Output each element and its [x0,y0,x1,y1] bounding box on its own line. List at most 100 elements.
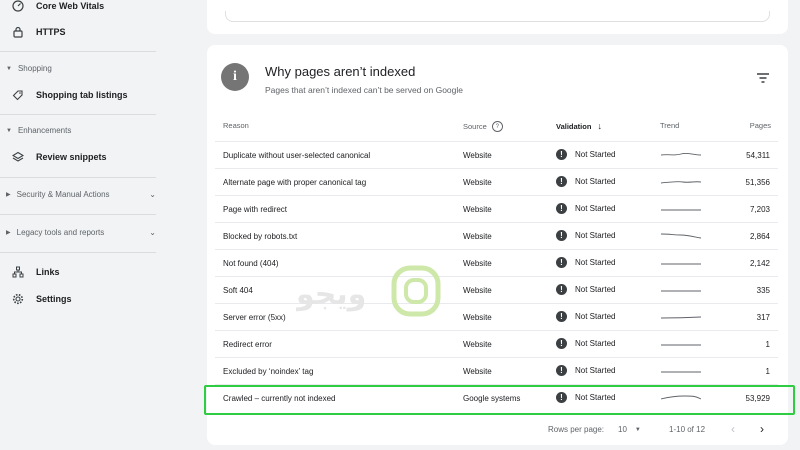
section-legacy-tools[interactable]: ▶ Legacy tools and reports ⌄ [6,228,156,237]
row-reason: Crawled – currently not indexed [223,394,336,403]
column-header-validation[interactable]: Validation ↓ [556,121,602,131]
sidebar-item-links[interactable]: Links [0,261,190,283]
sidebar-item-label: Settings [36,294,72,304]
row-reason: Alternate page with proper canonical tag [223,178,367,187]
sidebar-item-label: Review snippets [36,152,107,162]
alert-icon: ! [556,365,567,376]
row-source: Website [463,259,492,268]
row-source: Website [463,205,492,214]
sitemap-icon [12,266,24,278]
card-subtitle: Pages that aren’t indexed can’t be serve… [265,85,463,95]
table-row[interactable]: Crawled – currently not indexed Google sy… [215,384,778,412]
info-icon: i [221,63,249,91]
alert-icon: ! [556,338,567,349]
caret-down-icon: ▼ [6,127,12,134]
section-security-manual-actions[interactable]: ▶ Security & Manual Actions ⌄ [6,190,156,199]
row-pages: 53,929 [745,394,770,403]
table-row[interactable]: Duplicate without user-selected canonica… [215,141,778,169]
next-page-button[interactable]: › [760,422,764,436]
trend-sparkline [661,233,701,239]
column-header-source[interactable]: Source ? [463,121,503,132]
row-validation: ! Not Started [556,176,615,187]
row-source: Website [463,151,492,160]
sidebar-item-shopping-tab-listings[interactable]: Shopping tab listings [0,84,190,106]
sidebar-item-label: Core Web Vitals [36,1,105,11]
trend-sparkline [661,371,701,373]
trend-sparkline [661,344,701,346]
filter-icon[interactable] [756,71,770,83]
row-pages: 1 [765,367,770,376]
caret-down-icon: ▼ [634,426,641,433]
sidebar-item-https[interactable]: HTTPS [0,21,190,43]
section-label: Shopping [17,64,52,73]
column-header-trend: Trend [660,121,680,130]
row-source: Google systems [463,394,521,403]
row-validation: ! Not Started [556,149,615,160]
table-row[interactable]: Blocked by robots.txt Website! Not Started… [215,222,778,250]
help-icon[interactable]: ? [491,121,503,132]
section-shopping[interactable]: ▼ Shopping [6,64,156,73]
row-reason: Not found (404) [223,259,279,268]
sidebar-item-settings[interactable]: Settings [0,288,190,310]
sidebar-item-review-snippets[interactable]: Review snippets [0,146,190,168]
card-title: Why pages aren’t indexed [265,64,416,79]
table-row[interactable]: Excluded by ‘noindex’ tag Website! Not Sta… [215,357,778,385]
row-validation-status: Not Started [575,339,616,348]
prev-page-button[interactable]: ‹ [731,422,735,436]
section-label: Security & Manual Actions [16,190,110,199]
tag-icon [12,89,24,101]
alert-icon: ! [556,311,567,322]
row-pages: 51,356 [745,178,770,187]
row-validation: ! Not Started [556,257,615,268]
row-validation-status: Not Started [575,258,616,267]
caret-right-icon: ▶ [6,192,11,198]
gear-icon [12,293,24,305]
sidebar-item-label: Shopping tab listings [36,90,128,100]
watermark-logo: ویجو [296,265,441,317]
row-validation: ! Not Started [556,311,615,322]
gauge-icon [12,0,24,12]
row-pages: 2,142 [749,259,770,268]
row-validation-status: Not Started [575,312,616,321]
rows-per-page-value: 10 [618,425,627,434]
row-validation-status: Not Started [575,393,616,402]
row-pages: 335 [756,286,770,295]
table-row[interactable]: Alternate page with proper canonical tag… [215,168,778,196]
row-reason: Server error (5xx) [223,313,286,322]
row-reason: Soft 404 [223,286,253,295]
rows-per-page-select[interactable]: 10 ▼ [618,425,641,434]
sidebar-item-core-web-vitals[interactable]: Core Web Vitals [0,0,190,17]
row-reason: Duplicate without user-selected canonica… [223,151,371,160]
svg-text:ویجو: ویجو [296,277,366,312]
alert-icon: ! [556,257,567,268]
table-row[interactable]: Redirect error Website! Not Started 1 [215,330,778,358]
row-validation: ! Not Started [556,230,615,241]
column-header-pages[interactable]: Pages [750,121,771,130]
sidebar-item-label: Links [36,267,60,277]
alert-icon: ! [556,176,567,187]
trend-sparkline [661,316,701,319]
table-row[interactable]: Page with redirect Website! Not Started 7,2… [215,195,778,223]
row-reason: Excluded by ‘noindex’ tag [223,367,314,376]
arrow-down-icon: ↓ [597,121,602,131]
section-enhancements[interactable]: ▼ Enhancements [6,126,156,135]
row-validation-status: Not Started [575,231,616,240]
divider [0,114,156,115]
row-validation-status: Not Started [575,150,616,159]
section-label: Enhancements [17,126,72,135]
row-validation: ! Not Started [556,338,615,349]
alert-icon: ! [556,230,567,241]
sidebar: Core Web Vitals HTTPS ▼ Shopping Shoppin… [0,0,200,450]
row-validation-status: Not Started [575,366,616,375]
divider [0,177,156,178]
row-source: Website [463,178,492,187]
rows-per-page-label: Rows per page: [548,425,605,434]
chevron-down-icon: ⌄ [149,190,156,199]
column-header-reason[interactable]: Reason [223,121,249,130]
trend-sparkline [661,152,701,156]
alert-icon: ! [556,149,567,160]
row-validation: ! Not Started [556,203,615,214]
trend-sparkline [661,209,701,211]
caret-right-icon: ▶ [6,230,11,236]
caret-down-icon: ▼ [6,65,12,72]
